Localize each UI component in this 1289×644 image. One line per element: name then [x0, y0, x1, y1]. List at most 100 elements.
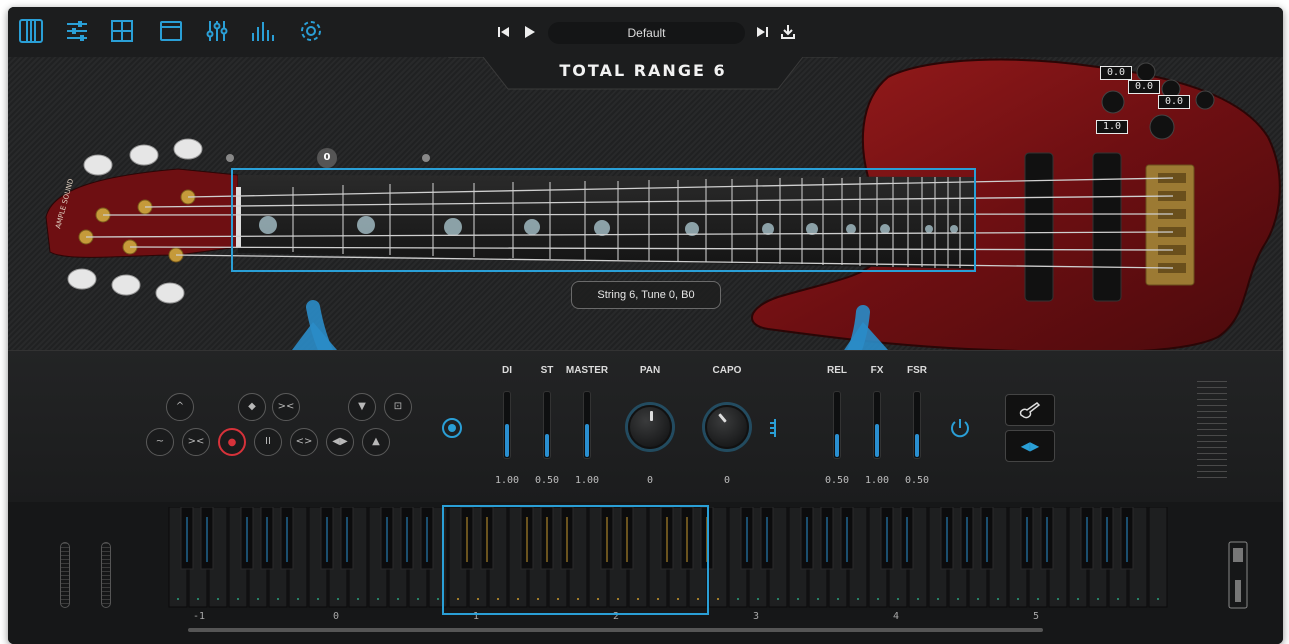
fret-position-marker[interactable]: 0: [317, 148, 337, 168]
target-icon[interactable]: [441, 417, 463, 439]
body-knob-value-3[interactable]: 0.0: [1158, 95, 1190, 109]
key-indicator: [877, 598, 879, 600]
key-indicator: [1057, 598, 1059, 600]
preset-name: Default: [627, 26, 666, 40]
sustain-pedal-icon[interactable]: [1227, 540, 1249, 610]
rel-value: 0.50: [824, 475, 850, 486]
next-preset-icon[interactable]: [754, 24, 770, 40]
key-indicator: [297, 598, 299, 600]
fsr-label: FSR: [907, 365, 927, 376]
key-indicator: [237, 598, 239, 600]
key-indicator: [757, 598, 759, 600]
window-icon[interactable]: [158, 18, 184, 44]
articulation-button[interactable]: <>: [290, 428, 318, 456]
toggle-button[interactable]: ◀▶: [1005, 430, 1055, 462]
key-indicator: [337, 598, 339, 600]
capo-icon[interactable]: [768, 417, 778, 439]
capo-knob[interactable]: [705, 405, 749, 449]
guitar-view-button[interactable]: [1005, 394, 1055, 426]
octave-label: -1: [193, 611, 206, 622]
key-indicator: [437, 598, 439, 600]
articulation-button[interactable]: ><: [272, 393, 300, 421]
grid-icon[interactable]: [109, 18, 135, 44]
rel-fader-fill: [835, 433, 839, 457]
articulation-button[interactable]: ~: [146, 428, 174, 456]
pan-knob[interactable]: [628, 405, 672, 449]
articulation-button[interactable]: ◆: [238, 393, 266, 421]
keyboard-scrollbar[interactable]: [188, 628, 1043, 632]
mod-wheel[interactable]: [101, 542, 111, 608]
articulation-button[interactable]: ▼: [348, 393, 376, 421]
octave-label: 5: [1033, 611, 1040, 622]
key-indicator: [1097, 598, 1099, 600]
fx-fader-fill: [875, 424, 879, 457]
articulation-button[interactable]: ^: [166, 393, 194, 421]
octave-label: 0: [333, 611, 340, 622]
play-icon[interactable]: [522, 24, 538, 40]
fsr-fader[interactable]: [913, 391, 921, 459]
record-button[interactable]: ●: [218, 428, 246, 456]
fretboard-selection[interactable]: [231, 168, 976, 272]
level-meter: [1197, 381, 1227, 481]
st-fader[interactable]: [543, 391, 551, 459]
rel-fader[interactable]: [833, 391, 841, 459]
articulation-button[interactable]: ⊡: [384, 393, 412, 421]
di-value: 1.00: [494, 475, 520, 486]
fx-value: 1.00: [864, 475, 890, 486]
pan-value: 0: [646, 475, 654, 486]
body-knob-value-4[interactable]: 1.0: [1096, 120, 1128, 134]
instrument-icon[interactable]: [18, 18, 44, 44]
guitar-icon: [1019, 402, 1041, 419]
key-indicator: [857, 598, 859, 600]
position-dot: [226, 154, 234, 162]
articulation-button[interactable]: ><: [182, 428, 210, 456]
key-indicator: [417, 598, 419, 600]
pitch-wheel[interactable]: [60, 542, 70, 608]
key-indicator: [177, 598, 179, 600]
key-indicator: [737, 598, 739, 600]
white-key[interactable]: [1148, 507, 1168, 608]
capo-label: CAPO: [712, 365, 742, 376]
key-indicator: [257, 598, 259, 600]
pause-button[interactable]: II: [254, 428, 282, 456]
fsr-value: 0.50: [904, 475, 930, 486]
key-indicator: [977, 598, 979, 600]
key-indicator: [377, 598, 379, 600]
key-indicator: [717, 598, 719, 600]
key-indicator: [797, 598, 799, 600]
pan-label: PAN: [639, 365, 661, 376]
gear-icon[interactable]: [298, 18, 324, 44]
eq-icon[interactable]: [249, 18, 275, 44]
key-indicator: [357, 598, 359, 600]
power-icon[interactable]: [949, 417, 971, 439]
di-fader-fill: [505, 424, 509, 457]
articulation-button[interactable]: ▲: [362, 428, 390, 456]
key-indicator: [937, 598, 939, 600]
previous-preset-icon[interactable]: [496, 24, 512, 40]
keyboard-range-selection[interactable]: [442, 505, 709, 615]
mixer-icon[interactable]: [64, 18, 90, 44]
capo-value: 0: [723, 475, 731, 486]
key-indicator: [917, 598, 919, 600]
position-dot: [422, 154, 430, 162]
master-fader[interactable]: [583, 391, 591, 459]
sliders-icon[interactable]: [204, 18, 230, 44]
key-indicator: [957, 598, 959, 600]
body-knob-value-1[interactable]: 0.0: [1100, 66, 1132, 80]
articulation-button[interactable]: ◀▶: [326, 428, 354, 456]
fx-fader[interactable]: [873, 391, 881, 459]
download-icon[interactable]: [780, 24, 796, 40]
key-indicator: [817, 598, 819, 600]
key-indicator: [1017, 598, 1019, 600]
st-fader-fill: [545, 433, 549, 457]
key-indicator: [897, 598, 899, 600]
di-fader[interactable]: [503, 391, 511, 459]
key-indicator: [317, 598, 319, 600]
key-indicator: [777, 598, 779, 600]
body-knob-value-2[interactable]: 0.0: [1128, 80, 1160, 94]
key-indicator: [277, 598, 279, 600]
top-toolbar: Default: [8, 7, 1283, 57]
preset-selector[interactable]: Default: [548, 22, 745, 44]
key-indicator: [1037, 598, 1039, 600]
key-indicator: [1077, 598, 1079, 600]
